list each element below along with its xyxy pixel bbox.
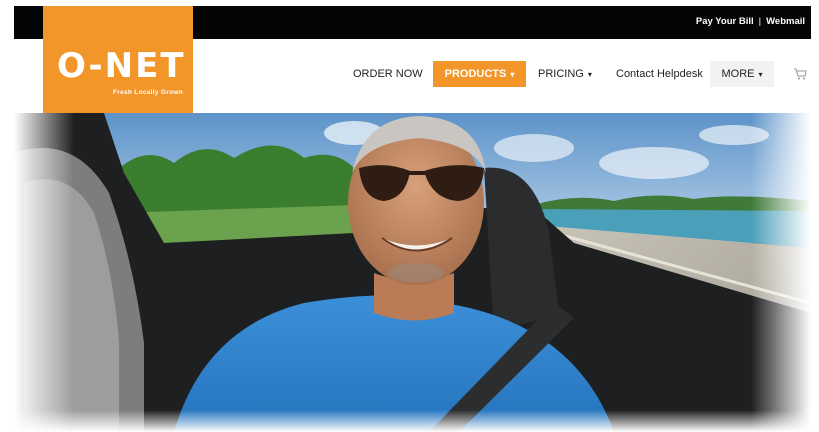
site-logo[interactable]: O-NET Fresh Locally Grown [43, 6, 193, 113]
nav-more[interactable]: MORE ▾ [710, 61, 774, 87]
hero-photo [14, 113, 811, 432]
utility-links: Pay Your Bill | Webmail [696, 16, 805, 27]
webmail-link[interactable]: Webmail [766, 16, 805, 27]
page-frame: Pay Your Bill | Webmail ORDER NOW PRODUC… [14, 6, 811, 432]
cart-icon[interactable] [793, 67, 807, 81]
nav-pricing-label: PRICING [538, 68, 584, 80]
nav-contact-label: Contact Helpdesk [616, 68, 703, 80]
hero-fade-right [751, 113, 811, 432]
nav-order-now[interactable]: ORDER NOW [353, 61, 423, 87]
logo-wordmark: O-NET [57, 46, 186, 86]
hero-fade-left [14, 113, 74, 432]
chevron-down-icon: ▾ [758, 69, 763, 79]
chevron-down-icon: ▾ [510, 69, 515, 79]
pay-bill-link[interactable]: Pay Your Bill [696, 16, 754, 27]
nav-products[interactable]: PRODUCTS ▾ [433, 61, 526, 87]
chevron-down-icon: ▾ [587, 69, 592, 79]
nav-contact-helpdesk[interactable]: Contact Helpdesk [616, 61, 706, 87]
nav-products-label: PRODUCTS [444, 68, 507, 80]
nav-more-label: MORE [721, 68, 755, 80]
hero-image [14, 113, 811, 432]
hero-fade-bottom [14, 410, 811, 432]
utility-separator: | [758, 16, 762, 27]
nav-order-now-label: ORDER NOW [353, 68, 423, 80]
nav-pricing[interactable]: PRICING ▾ [538, 61, 598, 87]
logo-tagline: Fresh Locally Grown [113, 89, 183, 96]
